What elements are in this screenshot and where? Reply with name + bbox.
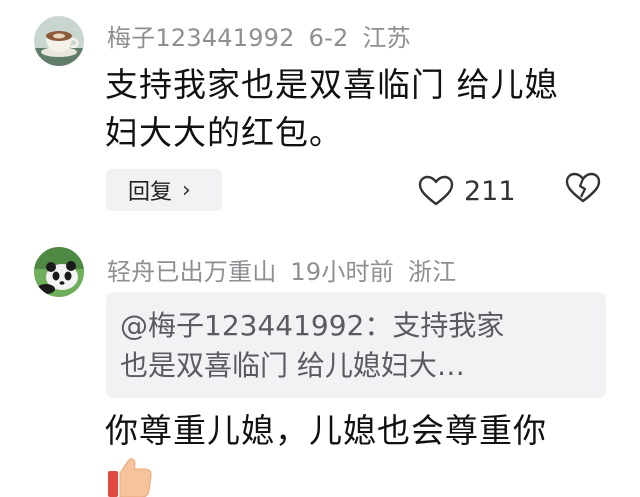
comment-location: 江苏	[362, 24, 411, 52]
comment-text-line: 妇大大的红包。	[105, 113, 343, 152]
thumbs-up-icon	[106, 457, 154, 497]
comment-text-line: 支持我家也是双喜临门 给儿媳	[105, 65, 559, 104]
comment-location: 浙江	[407, 258, 457, 286]
reply-label: 回复	[128, 180, 173, 205]
like-button[interactable]: 211	[418, 171, 516, 211]
quoted-text-line: @梅子123441992：支持我家	[120, 309, 505, 342]
quoted-reply[interactable]: @梅子123441992：支持我家 也是双喜临门 给儿媳妇大…	[106, 292, 606, 398]
user-avatar[interactable]	[34, 247, 84, 297]
heart-icon	[418, 175, 454, 206]
reply-button[interactable]: 回复 ›	[106, 169, 222, 211]
comment-date: 6-2	[308, 24, 349, 52]
comment-meta: 轻舟已出万重山 19小时前 浙江	[107, 252, 470, 287]
broken-heart-icon	[565, 172, 601, 203]
username[interactable]: 轻舟已出万重山	[107, 258, 276, 286]
comment-item: 梅子123441992 6-2 江苏 支持我家也是双喜临门 给儿媳 妇大大的红包。 …	[0, 0, 640, 230]
comment-text: 支持我家也是双喜临门 给儿媳 妇大大的红包。	[105, 61, 615, 157]
comment-item: 轻舟已出万重山 19小时前 浙江 @梅子123441992：支持我家 也是双喜临门 …	[0, 232, 640, 497]
like-count: 211	[464, 175, 516, 207]
coffee-cup-avatar-icon	[34, 16, 84, 66]
username[interactable]: 梅子123441992	[107, 24, 295, 52]
comment-meta: 梅子123441992 6-2 江苏	[107, 18, 425, 53]
panda-avatar-icon	[34, 247, 84, 297]
chevron-right-icon: ›	[182, 177, 191, 203]
user-avatar[interactable]	[34, 16, 84, 66]
dislike-button[interactable]	[565, 172, 601, 208]
comment-date: 19小时前	[290, 258, 394, 286]
quoted-text-line: 也是双喜临门 给儿媳妇大…	[120, 349, 465, 382]
comment-text: 你尊重儿媳，儿媳也会尊重你	[105, 411, 547, 450]
